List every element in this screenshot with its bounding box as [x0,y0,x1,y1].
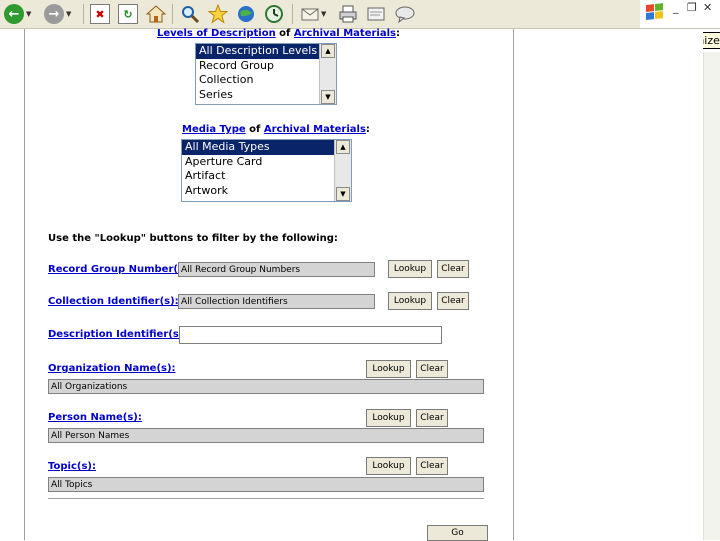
list-item[interactable]: Collection [196,73,336,88]
media-icon [238,6,254,22]
discuss-icon [395,6,415,24]
stop-icon: ✖ [90,4,110,24]
right-column-border [513,29,514,540]
search-button[interactable] [180,3,200,25]
topic-lookup-button[interactable]: Lookup [366,457,411,475]
lookup-instructions: Use the "Lookup" buttons to filter by th… [48,233,338,244]
topic-link[interactable]: Topic(s): [48,461,96,472]
back-icon: ← [4,4,24,24]
person-clear-button[interactable]: Clear [416,409,448,427]
collection-lookup-button[interactable]: Lookup [388,292,432,310]
record-group-lookup-button[interactable]: Lookup [388,260,432,278]
home-icon [146,5,166,23]
window-controls: _ ❐ ✕ [640,0,720,29]
levels-colon: : [395,28,400,39]
list-item[interactable]: All Media Types [182,140,351,155]
edit-button[interactable] [366,3,386,25]
windows-logo-icon [646,3,664,21]
minimize-icon[interactable]: _ [673,2,679,14]
description-identifier-link[interactable]: Description Identifier(s): [48,329,187,340]
collection-clear-button[interactable]: Clear [437,292,469,310]
print-button[interactable] [338,3,358,25]
list-item[interactable]: Aperture Card [182,155,351,170]
organization-clear-button[interactable]: Clear [416,360,448,378]
scroll-down-icon[interactable]: ▼ [321,90,335,104]
edit-icon [367,7,385,21]
close-icon[interactable]: ✕ [703,2,712,14]
scroll-up-icon[interactable]: ▲ [336,140,350,154]
levels-heading: Levels of Description of Archival Materi… [157,28,400,39]
record-group-clear-button[interactable]: Clear [437,260,469,278]
page-content [0,29,703,540]
mail-dropdown-icon[interactable]: ▼ [321,10,326,18]
list-item[interactable]: Series [196,88,336,103]
record-group-link[interactable]: Record Group Number(s): [48,264,193,275]
forward-dropdown-icon[interactable]: ▼ [66,10,71,18]
refresh-button[interactable]: ↻ [118,3,138,25]
divider [48,498,484,499]
favorites-icon [208,4,228,24]
history-icon [265,5,283,23]
topic-clear-button[interactable]: Clear [416,457,448,475]
levels-of-description-link[interactable]: Levels of Description [157,28,276,39]
go-button[interactable]: Go [427,525,488,541]
back-button[interactable]: ← ▼ [4,3,31,25]
person-name-link[interactable]: Person Name(s): [48,412,142,423]
media-scrollbar[interactable]: ▲ ▼ [334,140,351,201]
toolbar-separator [83,4,84,24]
home-button[interactable] [146,3,166,25]
archival-materials-link[interactable]: Archival Materials [294,28,396,39]
list-item[interactable]: All Description Levels [196,44,336,59]
forward-button[interactable]: → ▼ [44,3,71,25]
page-scrollbar[interactable] [703,52,720,540]
back-dropdown-icon[interactable]: ▼ [26,10,31,18]
description-identifier-input[interactable] [179,326,442,344]
collection-identifier-field: All Collection Identifiers [178,294,375,309]
person-name-field: All Person Names [48,428,484,443]
media-colon: : [365,124,370,135]
collection-identifier-link[interactable]: Collection Identifier(s): [48,296,179,307]
media-heading: Media Type of Archival Materials: [182,124,370,135]
person-lookup-button[interactable]: Lookup [366,409,411,427]
organization-name-field: All Organizations [48,379,484,394]
browser-toolbar: ← ▼ → ▼ ✖ ↻ ▼ [0,0,640,29]
levels-of-text: of [275,28,294,39]
search-icon [182,6,200,24]
refresh-icon: ↻ [118,4,138,24]
forward-icon: → [44,4,64,24]
scroll-up-icon[interactable]: ▲ [321,44,335,58]
topic-field: All Topics [48,477,484,492]
record-group-field: All Record Group Numbers [178,262,375,277]
list-item[interactable]: Artifact [182,169,351,184]
media-of-text: of [245,124,264,135]
left-column-border [24,29,25,540]
levels-listbox[interactable]: All Description Levels Record Group Coll… [195,43,337,105]
scroll-down-icon[interactable]: ▼ [336,187,350,201]
discuss-button[interactable] [394,3,416,25]
print-icon [339,5,357,23]
organization-name-link[interactable]: Organization Name(s): [48,363,176,374]
media-listbox[interactable]: All Media Types Aperture Card Artifact A… [181,139,352,202]
mail-button[interactable]: ▼ [300,3,326,25]
list-item[interactable]: Artwork [182,184,351,199]
media-button[interactable] [236,3,256,25]
media-type-link[interactable]: Media Type [182,124,246,135]
history-button[interactable] [264,3,284,25]
list-item[interactable]: Record Group [196,59,336,74]
mail-icon [301,8,319,21]
toolbar-separator [172,4,173,24]
favorites-button[interactable] [208,3,228,25]
levels-scrollbar[interactable]: ▲ ▼ [319,44,336,104]
stop-button[interactable]: ✖ [90,3,110,25]
toolbar-separator [292,4,293,24]
organization-lookup-button[interactable]: Lookup [366,360,411,378]
restore-icon[interactable]: ❐ [687,2,697,14]
media-archival-materials-link[interactable]: Archival Materials [264,124,366,135]
